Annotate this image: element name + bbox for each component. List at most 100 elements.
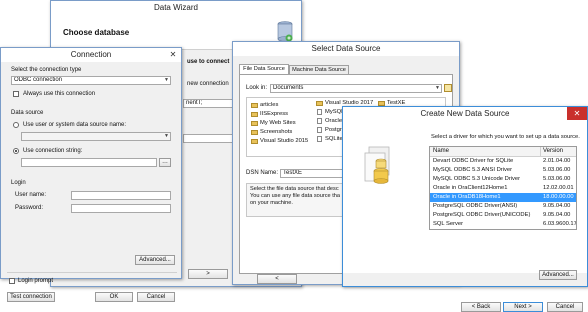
- tab-file-label: File Data Source: [243, 66, 285, 72]
- folder-icon: [251, 103, 258, 108]
- wizard-connection-field[interactable]: nentT;: [183, 99, 233, 108]
- file-list-item-label: Screenshots: [260, 129, 293, 135]
- connection-title: Connection: [70, 50, 112, 59]
- user-name-field[interactable]: [71, 191, 171, 200]
- close-icon[interactable]: ✕: [168, 50, 178, 59]
- user-name-label: User name:: [15, 192, 47, 198]
- driver-version: 5.03.06.00: [543, 176, 571, 182]
- chevron-down-icon: ▼: [164, 133, 169, 139]
- create-source-instruction: Select a driver for which you want to se…: [431, 134, 580, 140]
- file-list-col1: articles IISExpress My Web Sites Screenshot…: [250, 101, 310, 146]
- driver-name: SQL Server: [433, 221, 464, 227]
- wizard-heading: Choose database: [63, 28, 130, 37]
- password-field[interactable]: [71, 204, 171, 213]
- column-header-name[interactable]: Name: [433, 148, 449, 154]
- connection-ok-button[interactable]: OK: [95, 292, 133, 302]
- connection-type-value: ODBC connection: [14, 77, 63, 83]
- tab-file-data-source[interactable]: File Data Source: [239, 64, 289, 74]
- file-icon: [317, 109, 322, 115]
- column-divider: [540, 147, 541, 156]
- driver-name: PostgreSQL ODBC Driver(ANSI): [433, 203, 518, 209]
- wizard-next-button[interactable]: >: [188, 269, 228, 279]
- connection-cancel-button[interactable]: Cancel: [137, 292, 175, 302]
- file-list-item-label: My Web Sites: [260, 120, 296, 126]
- folder-icon: [251, 121, 258, 126]
- driver-name: Oracle in OraClient12Home1: [433, 185, 508, 191]
- driver-row[interactable]: MySQL ODBC 5.3 Unicode Driver 5.03.06.00: [430, 175, 576, 184]
- file-list-item[interactable]: Visual Studio 2015: [250, 137, 310, 146]
- driver-row[interactable]: PostgreSQL ODBC Driver(UNICODE) 9.05.04.0…: [430, 211, 576, 220]
- select-source-title: Select Data Source: [311, 44, 381, 53]
- driver-row[interactable]: Oracle in OraDB18Home1 18.00.00.00: [430, 193, 576, 202]
- driver-name: MySQL ODBC 5.3 Unicode Driver: [433, 176, 521, 182]
- file-icon: [317, 127, 322, 133]
- connection-string-radio[interactable]: [13, 148, 19, 154]
- file-list-item[interactable]: My Web Sites: [250, 119, 310, 128]
- driver-name: Devart ODBC Driver for SQLite: [433, 158, 514, 164]
- tab-machine-label: Machine Data Source: [292, 67, 346, 73]
- connection-string-label: Use connection string:: [23, 148, 83, 154]
- look-in-value: Documents: [273, 85, 304, 91]
- column-header-version[interactable]: Version: [543, 148, 563, 154]
- up-folder-icon[interactable]: [444, 84, 452, 92]
- test-connection-button[interactable]: Test connection: [7, 292, 55, 302]
- divider: [7, 272, 177, 273]
- database-icon: [277, 21, 293, 43]
- dsn-radio[interactable]: [13, 122, 19, 128]
- driver-name: MySQL ODBC 5.3 ANSI Driver: [433, 167, 513, 173]
- data-wizard-titlebar: Data Wizard: [51, 1, 301, 15]
- dsn-name-label: DSN Name:: [246, 170, 279, 176]
- login-prompt-label: Login prompt: [18, 278, 54, 284]
- file-list-item-label: IISExpress: [260, 111, 289, 117]
- create-data-source-window: Create New Data Source ✕ Select a driver…: [342, 106, 588, 312]
- connection-advanced-button[interactable]: Advanced...: [135, 255, 175, 265]
- drivers-illustration-icon: [363, 143, 399, 191]
- file-list-item[interactable]: IISExpress: [250, 110, 310, 119]
- connection-type-select[interactable]: ODBC connection ▼: [11, 76, 171, 85]
- file-list-item[interactable]: Screenshots: [250, 128, 310, 137]
- tab-machine-data-source[interactable]: Machine Data Source: [289, 65, 349, 74]
- folder-icon: [251, 139, 258, 144]
- create-source-cancel-button[interactable]: Cancel: [547, 302, 583, 312]
- create-source-title: Create New Data Source: [420, 109, 510, 118]
- driver-row[interactable]: Devart ODBC Driver for SQLite 2.01.04.00: [430, 157, 576, 166]
- look-in-select[interactable]: Documents ▼: [270, 84, 442, 93]
- create-source-advanced-button[interactable]: Advanced...: [539, 270, 577, 280]
- connection-string-field[interactable]: [21, 158, 157, 167]
- driver-row[interactable]: Oracle in OraClient12Home1 12.02.00.01: [430, 184, 576, 193]
- create-source-next-button[interactable]: Next >: [503, 302, 543, 312]
- wizard-extra-field[interactable]: [183, 134, 233, 143]
- folder-icon: [251, 130, 258, 135]
- data-source-label: Data source: [11, 110, 44, 116]
- driver-rows: Devart ODBC Driver for SQLite 2.01.04.00 M…: [430, 157, 576, 229]
- wizard-side-text-1: use to connect: [187, 59, 230, 65]
- chevron-down-icon: ▼: [435, 85, 440, 91]
- file-list-item-label: articles: [260, 102, 279, 108]
- login-label: Login: [11, 180, 26, 186]
- file-list-item-label: SQLite: [325, 136, 343, 142]
- data-wizard-title: Data Wizard: [153, 3, 198, 12]
- create-source-back-button[interactable]: < Back: [461, 302, 501, 312]
- driver-version: 2.01.04.00: [543, 158, 571, 164]
- connection-string-browse-button[interactable]: …: [159, 158, 171, 167]
- create-source-body: Select a driver for which you want to se…: [343, 121, 587, 280]
- driver-version: 9.05.04.00: [543, 203, 571, 209]
- always-use-checkbox[interactable]: [13, 91, 19, 97]
- wizard-side-text-2: new connection: [187, 81, 229, 87]
- driver-row[interactable]: MySQL ODBC 5.3 ANSI Driver 5.03.06.00: [430, 166, 576, 175]
- folder-icon: [251, 112, 258, 117]
- file-icon: [317, 136, 322, 142]
- driver-version: 12.02.00.01: [543, 185, 574, 191]
- file-list-item[interactable]: articles: [250, 101, 310, 110]
- login-prompt-checkbox[interactable]: [9, 278, 15, 284]
- chevron-down-icon: ▼: [164, 77, 169, 83]
- dsn-select[interactable]: ▼: [21, 132, 171, 141]
- driver-version: 18.00.00.00: [543, 194, 574, 200]
- close-icon[interactable]: ✕: [567, 107, 587, 120]
- driver-row[interactable]: SQL Server 6.03.9600.174: [430, 220, 576, 229]
- driver-list[interactable]: Name Version Devart ODBC Driver for SQLi…: [429, 146, 577, 230]
- dsn-radio-label: Use user or system data source name:: [23, 122, 127, 128]
- driver-version: 5.03.06.00: [543, 167, 571, 173]
- driver-row[interactable]: PostgreSQL ODBC Driver(ANSI) 9.05.04.00: [430, 202, 576, 211]
- select-source-back-button[interactable]: <: [257, 274, 297, 284]
